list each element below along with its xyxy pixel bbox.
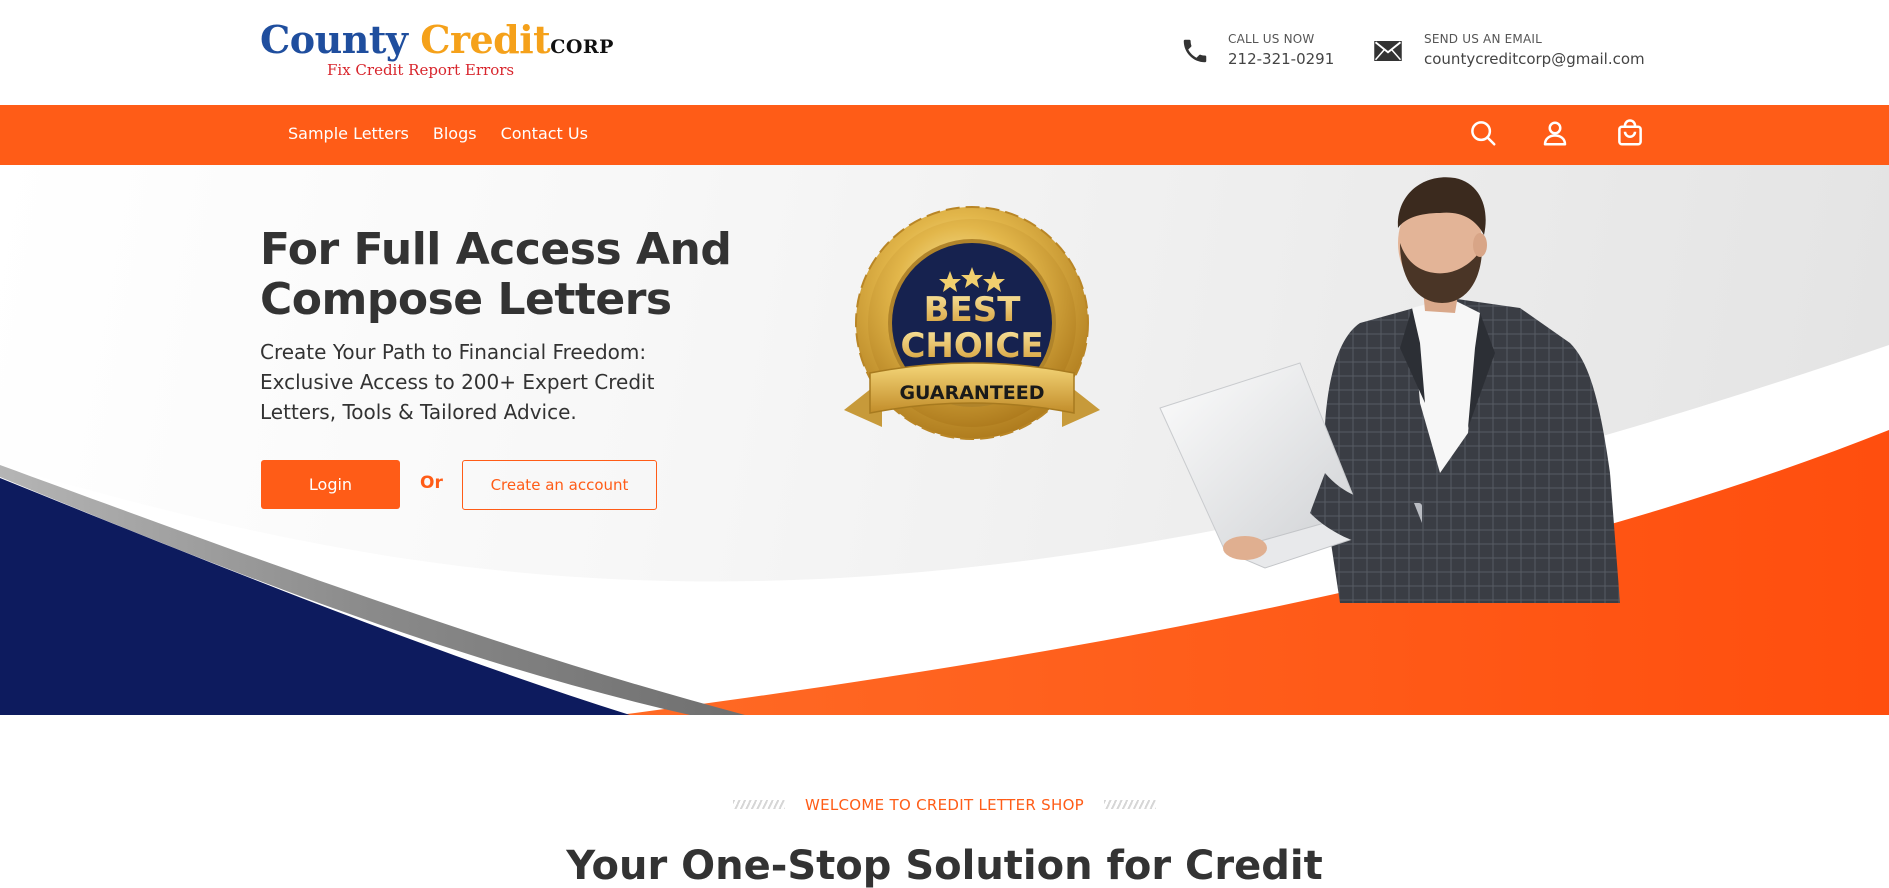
call-us-text: CALL US NOW 212-321-0291: [1228, 32, 1334, 68]
email-us-block: SEND US AN EMAIL countycreditcorp@gmail.…: [1372, 30, 1645, 74]
nav-sample-letters[interactable]: Sample Letters: [288, 124, 409, 143]
nav-blogs[interactable]: Blogs: [433, 124, 477, 143]
main-nav: Sample Letters Blogs Contact Us: [0, 105, 1889, 165]
welcome-title: Your One-Stop Solution for Credit: [566, 843, 1323, 888]
badge-text-choice: CHOICE: [900, 326, 1043, 366]
welcome-eyebrow-text: WELCOME TO CREDIT LETTER SHOP: [804, 795, 1085, 814]
call-us-label: CALL US NOW: [1228, 32, 1315, 46]
phone-number[interactable]: 212-321-0291: [1228, 50, 1334, 68]
logo-word-corp: CORP: [550, 36, 614, 58]
nav-icon-group: [1468, 118, 1648, 152]
welcome-eyebrow: WELCOME TO CREDIT LETTER SHOP: [0, 794, 1889, 814]
badge-text-best: BEST: [924, 290, 1022, 330]
call-us-block: CALL US NOW 212-321-0291: [1180, 30, 1350, 74]
badge-ribbon-text: GUARANTEED: [899, 382, 1044, 404]
logo-word-credit: Credit: [420, 17, 551, 62]
hero-banner: For Full Access And Compose Letters Crea…: [0, 165, 1889, 715]
businessman-with-laptop-image: [1159, 177, 1620, 603]
email-us-label: SEND US AN EMAIL: [1424, 32, 1543, 46]
site-logo[interactable]: County CreditCORP Fix Credit Report Erro…: [260, 17, 613, 84]
login-button[interactable]: Login: [261, 460, 400, 509]
top-header: County CreditCORP Fix Credit Report Erro…: [0, 0, 1889, 105]
email-address[interactable]: countycreditcorp@gmail.com: [1424, 50, 1645, 68]
user-icon[interactable]: [1540, 118, 1570, 148]
search-icon[interactable]: [1468, 118, 1498, 148]
hatch-divider-right: [1104, 800, 1157, 809]
logo-tagline: Fix Credit Report Errors: [327, 61, 515, 79]
hatch-divider-left: [732, 800, 785, 809]
shopping-bag-icon[interactable]: [1615, 118, 1645, 148]
best-choice-badge: BEST CHOICE GUARANTEED: [844, 206, 1100, 440]
nav-links: Sample Letters Blogs Contact Us: [288, 124, 588, 143]
hero-title: For Full Access And Compose Letters: [260, 224, 732, 325]
create-account-button[interactable]: Create an account: [462, 460, 657, 510]
email-us-text: SEND US AN EMAIL countycreditcorp@gmail.…: [1424, 32, 1645, 68]
phone-icon: [1183, 39, 1207, 63]
welcome-section: WELCOME TO CREDIT LETTER SHOP Your One-S…: [0, 715, 1889, 888]
or-separator: Or: [420, 473, 443, 493]
nav-contact-us[interactable]: Contact Us: [501, 124, 588, 143]
logo-word-county: County: [260, 17, 408, 62]
envelope-icon: [1374, 41, 1402, 61]
hero-subtitle: Create Your Path to Financial Freedom: E…: [260, 340, 655, 424]
